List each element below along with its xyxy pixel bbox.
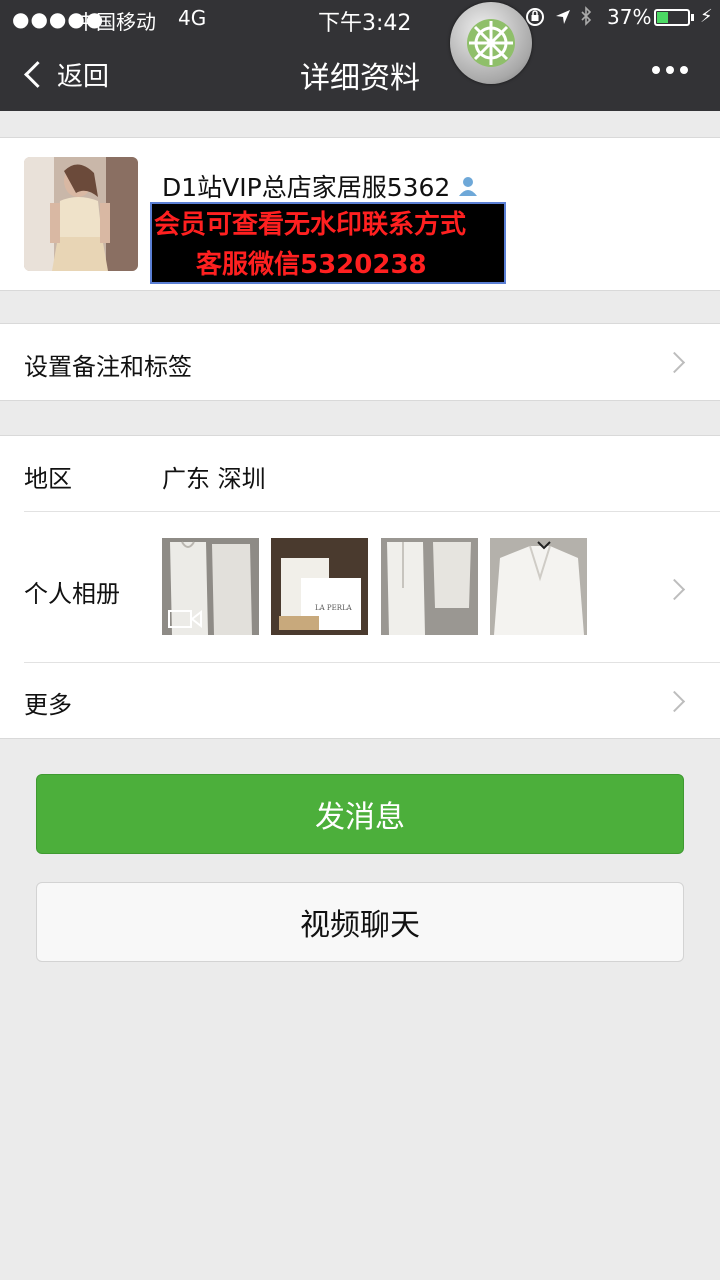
more-row[interactable]: 更多 [0, 663, 720, 738]
send-message-button[interactable]: 发消息 [36, 774, 684, 854]
shirt-photo [490, 538, 587, 635]
status-icons [526, 6, 602, 33]
promo-line-1: 会员可查看无水印联系方式 [154, 210, 467, 240]
status-time: 下午3:42 [318, 11, 412, 36]
battery-tip [691, 14, 694, 21]
region-value: 广东 深圳 [162, 465, 266, 493]
album-thumbnail[interactable] [490, 538, 587, 635]
dot-icon [680, 66, 688, 74]
chevron-right-icon [663, 690, 686, 713]
battery-icon [654, 9, 690, 26]
album-thumbnail[interactable] [162, 538, 259, 635]
avatar[interactable] [24, 157, 138, 271]
pajama-photo [381, 538, 478, 635]
video-call-button[interactable]: 视频聊天 [36, 882, 684, 962]
promo-line-2: 客服微信5320238 [196, 250, 427, 280]
page-title: 详细资料 [300, 61, 420, 96]
charging-icon: ⚡ [700, 6, 713, 27]
album-thumbnail[interactable] [381, 538, 478, 635]
avatar-photo [24, 157, 138, 271]
chevron-right-icon [663, 351, 686, 374]
remark-tag-row[interactable]: 设置备注和标签 [0, 323, 720, 401]
battery-percent: 37% [607, 5, 652, 29]
gift-box-photo: LA PERLA [271, 538, 368, 635]
video-camera-icon [168, 609, 202, 629]
region-label: 地区 [24, 465, 72, 493]
brand-label: LA PERLA [315, 604, 353, 612]
nickname: D1站VIP总店家居服5362 [162, 168, 480, 204]
album-thumbnail[interactable]: LA PERLA [271, 538, 368, 635]
assistive-touch-wheel-icon[interactable] [450, 2, 532, 84]
network-type: 4G [178, 6, 207, 30]
carrier-name: 中国移动 [76, 10, 156, 34]
more-options-button[interactable] [652, 66, 688, 74]
lock-location-bluetooth-icons [526, 6, 592, 26]
navigation-bar: ●●●●● 中国移动 4G 下午3:42 37% ⚡ 返回 详细资料 [0, 0, 720, 111]
more-label: 更多 [24, 691, 72, 719]
profile-card: D1站VIP总店家居服5362 会员可查看无水印联系方式 客服微信5320238 [0, 137, 720, 291]
chevron-right-icon [663, 578, 686, 601]
dot-icon [666, 66, 674, 74]
album-label: 个人相册 [24, 580, 120, 608]
remark-label: 设置备注和标签 [24, 353, 192, 381]
person-icon [459, 177, 478, 196]
region-row: 地区 广东 深圳 [0, 436, 720, 511]
dot-icon [652, 66, 660, 74]
promo-overlay-banner: 会员可查看无水印联系方式 客服微信5320238 [150, 202, 506, 284]
status-bar: ●●●●● 中国移动 4G 下午3:42 37% ⚡ [0, 0, 720, 36]
nickname-text: D1站VIP总店家居服5362 [162, 173, 451, 202]
ship-wheel-icon [467, 19, 515, 67]
